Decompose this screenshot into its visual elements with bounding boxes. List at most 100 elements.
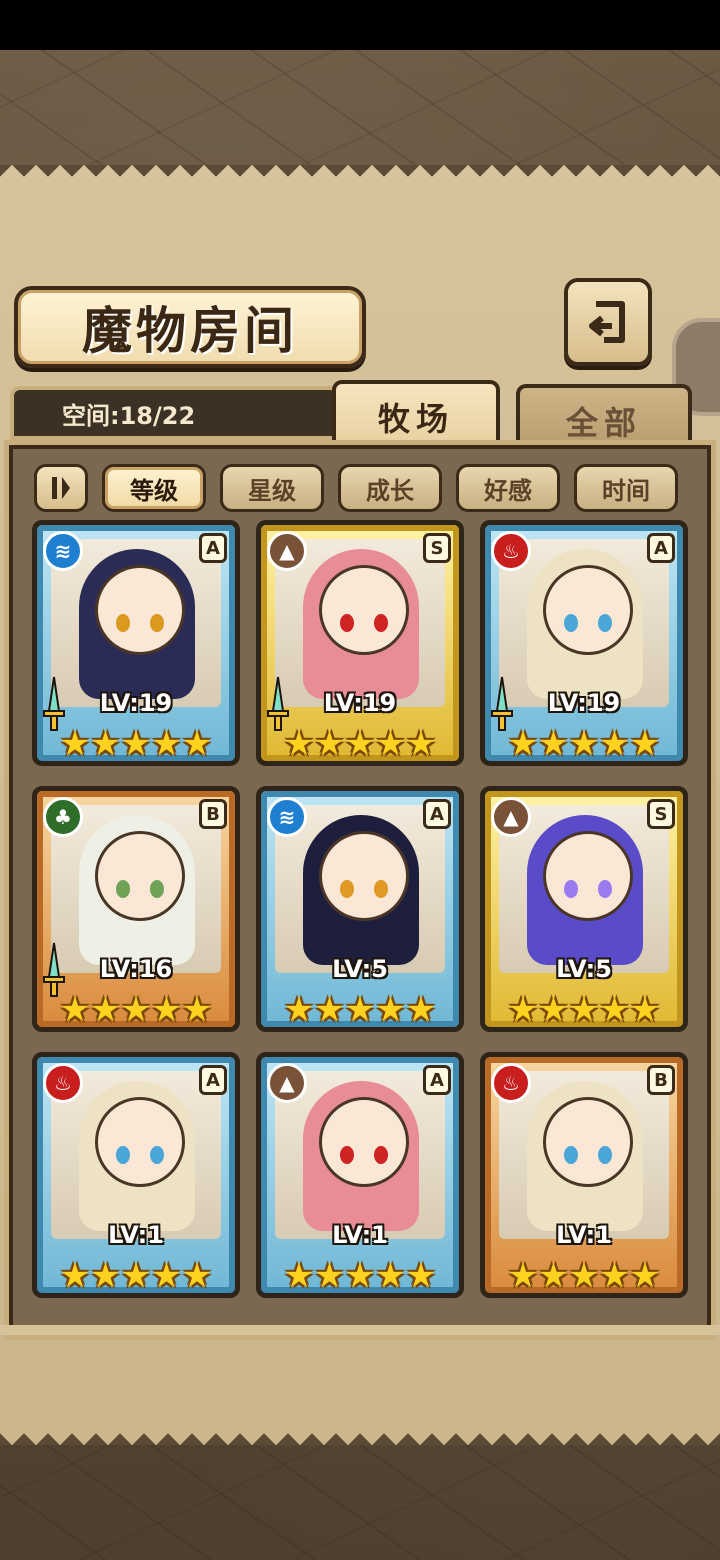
star-rating: ★ ★ ★ ★ ★ [499,727,669,761]
star-icon: ★ [507,990,539,1030]
monster-card[interactable]: ▲ A LV:1 ★ ★ ★ ★ ★ [256,1052,464,1298]
earth-element-icon: ▲ [491,797,531,837]
filter-time[interactable]: 时间 [574,464,678,512]
star-icon: ★ [283,1256,315,1296]
star-icon: ★ [314,990,345,1030]
panel-bottom-edge [0,1421,720,1445]
character-eye [598,880,612,898]
filter-level[interactable]: 等级 [102,464,206,512]
filter-star[interactable]: 星级 [220,464,324,512]
character-eye [374,1146,388,1164]
sort-order-button[interactable] [34,464,88,512]
star-icon: ★ [344,990,376,1030]
filter-time-label: 时间 [602,475,650,505]
rank-badge: A [647,533,675,563]
character-eye [374,614,388,632]
star-icon: ★ [181,990,213,1030]
star-icon: ★ [344,724,376,764]
star-rating: ★ ★ ★ ★ ★ [51,727,221,761]
star-icon: ★ [90,1256,121,1296]
star-icon: ★ [283,990,315,1030]
star-icon: ★ [59,724,91,764]
star-icon: ★ [568,724,600,764]
character-eye [150,880,164,898]
character-eye [150,1146,164,1164]
space-label: 空间:18/22 [62,401,196,430]
character-face [319,565,409,655]
star-icon: ★ [599,990,630,1030]
star-icon: ★ [151,724,182,764]
earth-element-icon: ▲ [267,1063,307,1103]
star-icon: ★ [120,1256,152,1296]
character-eye [374,880,388,898]
monster-level: LV:16 [99,955,173,983]
star-rating: ★ ★ ★ ★ ★ [275,727,445,761]
character-eye [564,614,578,632]
star-icon: ★ [405,1256,437,1296]
star-icon: ★ [629,1256,661,1296]
character-face [95,565,185,655]
character-eye [116,880,130,898]
character-eye [116,1146,130,1164]
star-icon: ★ [405,990,437,1030]
filter-affection[interactable]: 好感 [456,464,560,512]
filter-star-label: 星级 [248,475,296,505]
monster-card[interactable]: ♣ B LV:16 ★ ★ ★ ★ ★ [32,786,240,1032]
star-icon: ★ [375,990,406,1030]
monster-card[interactable]: ▲ S LV:19 ★ ★ ★ ★ ★ [256,520,464,766]
filter-growth[interactable]: 成长 [338,464,442,512]
star-icon: ★ [314,1256,345,1296]
rank-badge: B [199,799,227,829]
rank-badge: A [199,533,227,563]
star-icon: ★ [599,724,630,764]
star-rating: ★ ★ ★ ★ ★ [499,1259,669,1293]
monster-card[interactable]: ≋ A LV:5 ★ ★ ★ ★ ★ [256,786,464,1032]
title-plate: 魔物房间 [14,286,366,368]
star-icon: ★ [314,724,345,764]
star-icon: ★ [507,1256,539,1296]
wood-element-icon: ♣ [43,797,83,837]
frame-bottom-strip [0,1325,720,1335]
star-rating: ★ ★ ★ ★ ★ [499,993,669,1027]
filter-level-label: 等级 [130,475,178,505]
star-icon: ★ [120,724,152,764]
star-icon: ★ [90,724,121,764]
fire-element-icon: ♨ [491,531,531,571]
character-eye [340,1146,354,1164]
character-eye [598,1146,612,1164]
monster-card[interactable]: ▲ S LV:5 ★ ★ ★ ★ ★ [480,786,688,1032]
star-icon: ★ [538,990,569,1030]
page-title: 魔物房间 [82,301,298,360]
return-arrow-icon [589,301,625,343]
rank-badge: S [647,799,675,829]
monster-level: LV:1 [332,1221,388,1249]
monster-card[interactable]: ♨ A LV:19 ★ ★ ★ ★ ★ [480,520,688,766]
star-icon: ★ [568,990,600,1030]
monster-card[interactable]: ♨ A LV:1 ★ ★ ★ ★ ★ [32,1052,240,1298]
back-button[interactable] [564,278,652,366]
star-icon: ★ [120,990,152,1030]
water-element-icon: ≋ [43,531,83,571]
character-face [543,565,633,655]
star-icon: ★ [283,724,315,764]
monster-card[interactable]: ♨ B LV:1 ★ ★ ★ ★ ★ [480,1052,688,1298]
star-rating: ★ ★ ★ ★ ★ [51,993,221,1027]
star-icon: ★ [538,1256,569,1296]
tab-all-label: 全部 [565,404,642,442]
monster-level: LV:19 [99,689,173,717]
rank-badge: A [423,1065,451,1095]
monster-card[interactable]: ≋ A LV:19 ★ ★ ★ ★ ★ [32,520,240,766]
fire-element-icon: ♨ [43,1063,83,1103]
character-face [95,831,185,921]
monster-grid: ≋ A LV:19 ★ ★ ★ ★ ★ ▲ S LV:19 ★ ★ ★ ★ ★ ♨ A LV:19 ★ ★ ★ ★ ★ ♣ B LV… [32,520,692,1298]
star-icon: ★ [507,724,539,764]
character-eye [564,1146,578,1164]
character-face [543,1097,633,1187]
star-icon: ★ [629,990,661,1030]
star-icon: ★ [568,1256,600,1296]
star-icon: ★ [344,1256,376,1296]
character-face [319,831,409,921]
character-eye [340,880,354,898]
star-icon: ★ [59,990,91,1030]
water-element-icon: ≋ [267,797,307,837]
